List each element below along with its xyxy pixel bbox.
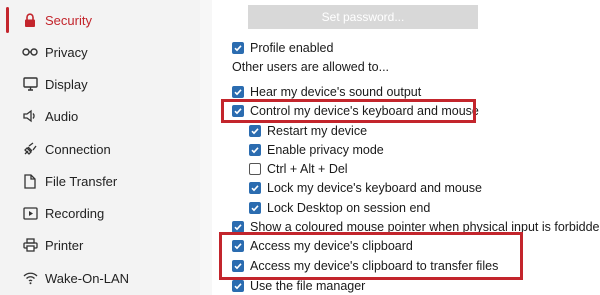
permission-checkbox[interactable] bbox=[232, 260, 244, 272]
permission-checkbox[interactable] bbox=[249, 144, 261, 156]
permission-coloured-pointer[interactable]: Show a coloured mouse pointer when physi… bbox=[232, 218, 600, 236]
permission-checkbox[interactable] bbox=[232, 221, 244, 233]
permission-label: Access my device's clipboard to transfer… bbox=[250, 259, 499, 273]
permission-checkbox[interactable] bbox=[249, 182, 261, 194]
sidebar-item-label: Display bbox=[45, 76, 88, 92]
sidebar-item-display[interactable]: Display bbox=[0, 68, 200, 100]
permission-checkbox[interactable] bbox=[249, 163, 261, 175]
sidebar-item-label: Privacy bbox=[45, 44, 88, 60]
permission-label: Lock Desktop on session end bbox=[267, 201, 431, 215]
profile-enabled-label: Profile enabled bbox=[250, 41, 334, 55]
permission-checkbox[interactable] bbox=[249, 202, 261, 214]
glasses-icon bbox=[22, 44, 38, 60]
permission-control-keyboard-mouse[interactable]: Control my device's keyboard and mouse bbox=[232, 102, 479, 120]
file-icon bbox=[22, 173, 38, 189]
sidebar-item-wake-on-lan[interactable]: Wake-On-LAN bbox=[0, 262, 200, 294]
sidebar-item-label: Security bbox=[45, 12, 92, 28]
plug-icon bbox=[22, 141, 38, 157]
sidebar-item-label: Recording bbox=[45, 205, 105, 221]
permission-label: Hear my device's sound output bbox=[250, 85, 422, 99]
profile-enabled-checkbox[interactable] bbox=[232, 42, 244, 54]
permission-clipboard[interactable]: Access my device's clipboard bbox=[232, 237, 413, 255]
permission-checkbox[interactable] bbox=[232, 240, 244, 252]
permission-checkbox[interactable] bbox=[232, 86, 244, 98]
permission-lock-desktop[interactable]: Lock Desktop on session end bbox=[249, 199, 430, 217]
permission-hear-sound[interactable]: Hear my device's sound output bbox=[232, 83, 421, 101]
printer-icon bbox=[22, 237, 38, 253]
permission-label: Enable privacy mode bbox=[267, 143, 384, 157]
panel-divider bbox=[200, 0, 212, 295]
permission-privacy-mode[interactable]: Enable privacy mode bbox=[249, 141, 384, 159]
set-password-button[interactable]: Set password... bbox=[248, 5, 478, 29]
video-icon bbox=[22, 205, 38, 221]
sidebar-item-privacy[interactable]: Privacy bbox=[0, 36, 200, 68]
permission-file-manager[interactable]: Use the file manager bbox=[232, 277, 365, 295]
permission-label: Ctrl + Alt + Del bbox=[267, 162, 348, 176]
permission-label: Lock my device's keyboard and mouse bbox=[267, 181, 482, 195]
permission-label: Control my device's keyboard and mouse bbox=[250, 104, 479, 118]
sidebar-item-audio[interactable]: Audio bbox=[0, 100, 200, 132]
permission-restart-device[interactable]: Restart my device bbox=[249, 122, 367, 140]
permission-lock-keyboard-mouse[interactable]: Lock my device's keyboard and mouse bbox=[249, 179, 482, 197]
permission-checkbox[interactable] bbox=[249, 125, 261, 137]
lock-icon bbox=[22, 12, 38, 28]
security-settings-panel: Set password... Profile enabled Other us… bbox=[212, 0, 600, 295]
others-allowed-heading: Other users are allowed to... bbox=[232, 60, 390, 74]
permission-label: Access my device's clipboard bbox=[250, 239, 413, 253]
profile-enabled-option[interactable]: Profile enabled bbox=[232, 39, 333, 57]
sidebar-item-security[interactable]: Security bbox=[0, 4, 200, 36]
sidebar-item-recording[interactable]: Recording bbox=[0, 197, 200, 229]
sidebar-item-label: File Transfer bbox=[45, 173, 118, 189]
wifi-icon bbox=[22, 270, 38, 286]
permission-clipboard-file-transfer[interactable]: Access my device's clipboard to transfer… bbox=[232, 257, 498, 275]
sidebar-item-connection[interactable]: Connection bbox=[0, 133, 200, 165]
sidebar-item-printer[interactable]: Printer bbox=[0, 229, 200, 261]
sidebar-item-label: Printer bbox=[45, 237, 84, 253]
permission-ctrl-alt-del[interactable]: Ctrl + Alt + Del bbox=[249, 160, 348, 178]
permission-checkbox[interactable] bbox=[232, 105, 244, 117]
settings-sidebar: Security Privacy Display Audio Connectio… bbox=[0, 0, 200, 295]
sidebar-item-label: Audio bbox=[45, 108, 79, 124]
sidebar-item-label: Wake-On-LAN bbox=[45, 270, 130, 286]
monitor-icon bbox=[22, 76, 38, 92]
permission-label: Use the file manager bbox=[250, 279, 366, 293]
permission-label: Restart my device bbox=[267, 124, 368, 138]
speaker-icon bbox=[22, 108, 38, 124]
sidebar-item-label: Connection bbox=[45, 141, 111, 157]
permission-label: Show a coloured mouse pointer when physi… bbox=[250, 220, 600, 234]
permission-checkbox[interactable] bbox=[232, 280, 244, 292]
sidebar-item-file-transfer[interactable]: File Transfer bbox=[0, 165, 200, 197]
